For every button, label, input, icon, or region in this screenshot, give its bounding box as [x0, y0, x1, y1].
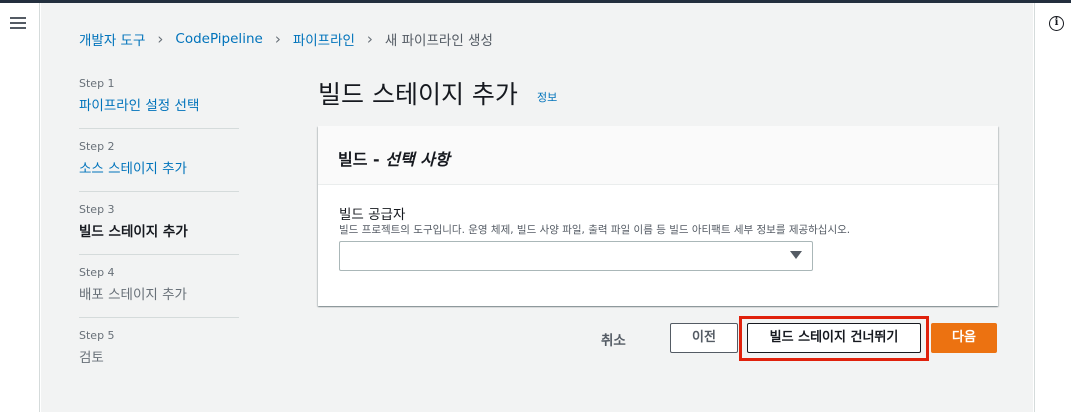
build-panel: 빌드 - 선택 사항 빌드 공급자 빌드 프로젝트의 도구입니다. 운영 체제,… [318, 126, 998, 306]
step-number: Step 1 [79, 77, 115, 90]
panel-header: 빌드 - 선택 사항 [318, 126, 998, 185]
build-provider-label: 빌드 공급자 [339, 207, 406, 223]
breadcrumb-current: 새 파이프라인 생성 [384, 33, 493, 49]
right-rail: i [1034, 3, 1071, 412]
step-1: Step 1 파이프라인 설정 선택 [79, 77, 239, 129]
step-number: Step 2 [79, 140, 115, 153]
breadcrumb: 개발자 도구 › CodePipeline › 파이프라인 › 새 파이프라인 … [79, 29, 493, 49]
panel-title: 빌드 - [338, 150, 386, 169]
step-number: Step 5 [79, 329, 115, 342]
skip-build-stage-button[interactable]: 빌드 스테이지 건너뛰기 [747, 323, 921, 353]
breadcrumb-developer-tools[interactable]: 개발자 도구 [79, 29, 145, 49]
main-content: 개발자 도구 › CodePipeline › 파이프라인 › 새 파이프라인 … [41, 3, 1033, 412]
panel-optional-label: 선택 사항 [385, 150, 450, 169]
build-provider-description: 빌드 프로젝트의 도구입니다. 운영 체제, 빌드 사양 파일, 출력 파일 이… [339, 224, 851, 236]
step-deploy-stage: 배포 스테이지 추가 [79, 287, 187, 303]
chevron-right-icon: › [274, 30, 281, 48]
step-number: Step 3 [79, 203, 115, 216]
step-link-source-stage[interactable]: 소스 스테이지 추가 [79, 157, 239, 177]
wizard-steps: Step 1 파이프라인 설정 선택 Step 2 소스 스테이지 추가 Ste… [79, 77, 239, 392]
step-3: Step 3 빌드 스테이지 추가 [79, 203, 239, 255]
left-rail [0, 3, 40, 412]
cancel-button[interactable]: 취소 [601, 329, 626, 349]
step-4: Step 4 배포 스테이지 추가 [79, 266, 239, 318]
caret-down-icon [790, 251, 802, 259]
chevron-right-icon: › [157, 30, 164, 48]
menu-icon[interactable] [10, 17, 26, 31]
step-2: Step 2 소스 스테이지 추가 [79, 140, 239, 192]
info-icon[interactable]: i [1049, 16, 1064, 31]
chevron-right-icon: › [366, 30, 373, 48]
next-button[interactable]: 다음 [931, 323, 997, 353]
previous-button[interactable]: 이전 [670, 323, 738, 353]
step-number: Step 4 [79, 266, 115, 279]
step-current-build-stage: 빌드 스테이지 추가 [79, 224, 188, 240]
step-review: 검토 [79, 350, 104, 366]
build-provider-select[interactable] [339, 241, 813, 271]
page-title: 빌드 스테이지 추가 [318, 80, 518, 109]
step-5: Step 5 검토 [79, 329, 239, 381]
breadcrumb-codepipeline[interactable]: CodePipeline [175, 31, 262, 47]
breadcrumb-pipelines[interactable]: 파이프라인 [293, 29, 355, 49]
step-link-pipeline-settings[interactable]: 파이프라인 설정 선택 [79, 94, 239, 114]
info-link[interactable]: 정보 [537, 89, 557, 105]
